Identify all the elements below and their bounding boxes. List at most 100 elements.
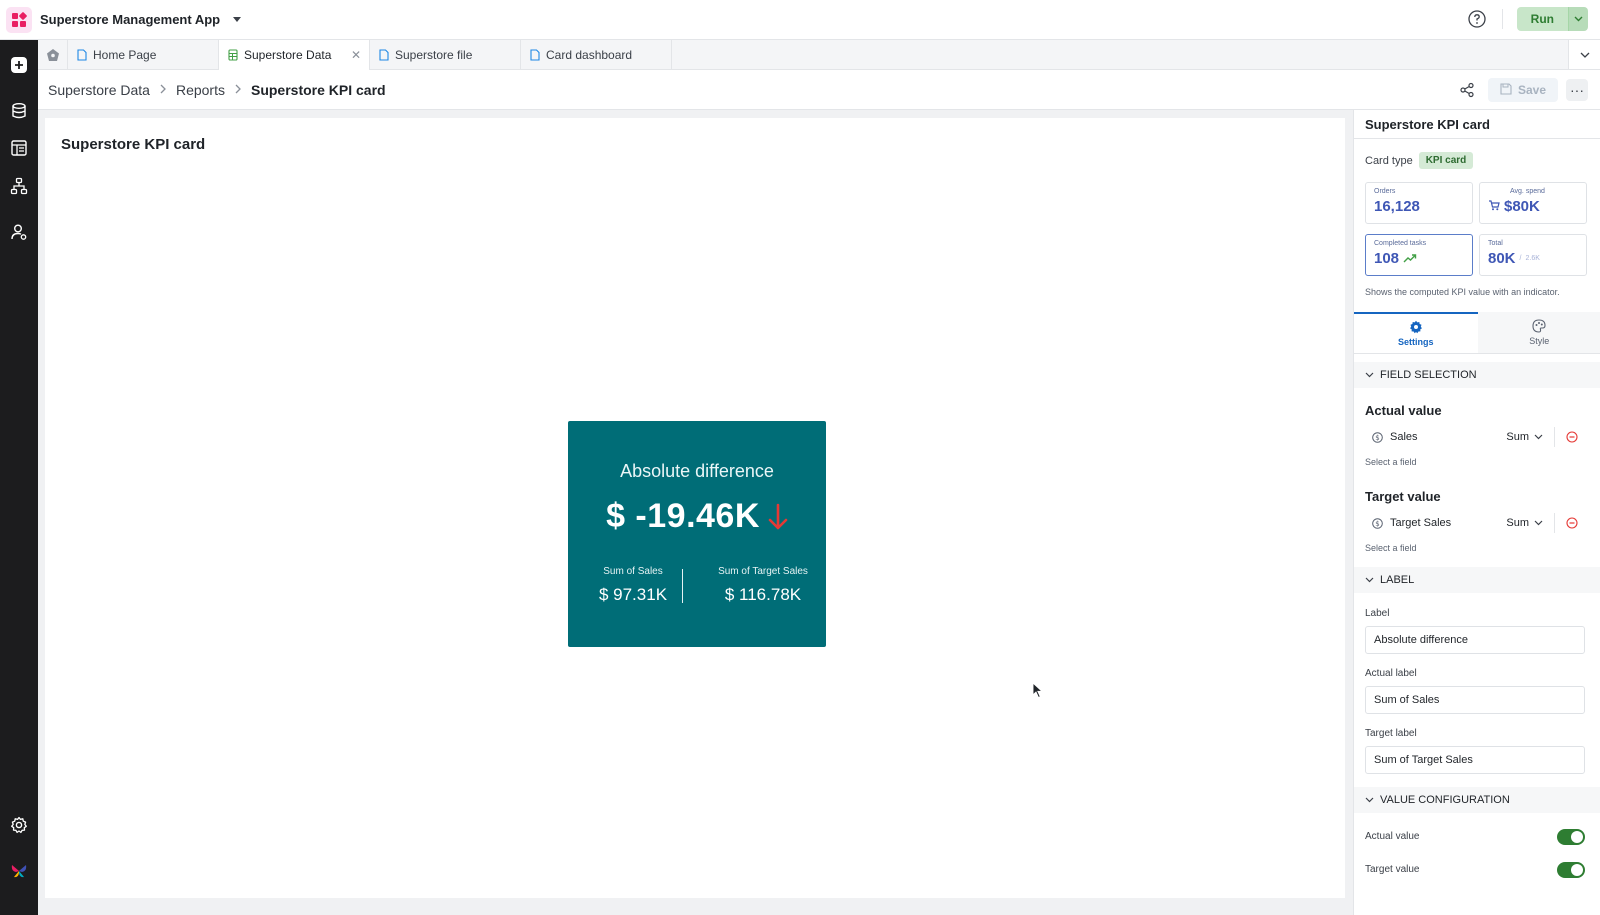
section-value-configuration[interactable]: VALUE CONFIGURATION [1354, 787, 1600, 813]
kpi-target: Sum of Target Sales $ 116.78K [703, 566, 823, 605]
target-value-title: Target value [1365, 489, 1441, 504]
divider [1554, 427, 1555, 447]
preview-secondary-value: 2.6K [1525, 255, 1540, 262]
app-header: Superstore Management App Run [0, 0, 1600, 40]
tab-label: Card dashboard [546, 47, 633, 62]
preview-label: Orders [1374, 188, 1396, 195]
actual-field-selector[interactable]: $ Sales Sum [1365, 423, 1585, 451]
add-icon[interactable] [7, 53, 31, 77]
sheet-icon [228, 49, 238, 61]
butterfly-logo-icon[interactable] [7, 859, 31, 883]
tab-superstore-data[interactable]: Superstore Data ✕ [219, 40, 370, 70]
aggregation-label: Sum [1506, 517, 1529, 529]
currency-icon: $ [1370, 431, 1384, 443]
tab-style-label: Style [1529, 336, 1550, 346]
card-type-preview[interactable]: Orders 16,128 Avg. spend $80K Completed … [1365, 182, 1591, 278]
tab-overflow-chevron-icon[interactable] [1568, 40, 1600, 69]
palette-icon [1532, 319, 1546, 333]
remove-icon[interactable] [1566, 517, 1578, 529]
card-type-description: Shows the computed KPI value with an ind… [1365, 287, 1560, 297]
actual-label-input[interactable] [1365, 686, 1585, 714]
app-title[interactable]: Superstore Management App [40, 12, 220, 27]
section-field-selection[interactable]: FIELD SELECTION [1354, 362, 1600, 388]
tab-label: Superstore file [395, 47, 473, 62]
breadcrumb-item-reports[interactable]: Reports [176, 82, 225, 98]
kpi-actual: Sum of Sales $ 97.31K [573, 566, 693, 605]
chevron-right-icon [235, 83, 241, 97]
card-type-badge[interactable]: KPI card [1418, 152, 1474, 169]
database-icon[interactable] [7, 99, 31, 123]
chevron-down-icon [1365, 574, 1374, 586]
preview-card-completed-tasks: Completed tasks 108 [1365, 234, 1473, 276]
preview-label: Total [1488, 240, 1503, 247]
tab-settings[interactable]: Settings [1354, 312, 1478, 353]
section-label[interactable]: LABEL [1354, 567, 1600, 593]
mouse-cursor-icon [1032, 681, 1044, 704]
run-button[interactable]: Run [1516, 7, 1568, 31]
tab-settings-label: Settings [1397, 337, 1434, 347]
preview-label: Completed tasks [1374, 240, 1427, 247]
panel-title: Superstore KPI card [1354, 110, 1600, 139]
tab-superstore-file[interactable]: Superstore file [370, 40, 521, 69]
kpi-card[interactable]: Absolute difference $ -19.46K Sum of Sal… [568, 421, 826, 647]
target-label-input[interactable] [1365, 746, 1585, 774]
document-icon [379, 48, 389, 61]
more-options-button[interactable]: ··· [1566, 79, 1588, 101]
breadcrumb-item-superstore-data[interactable]: Superstore Data [48, 82, 150, 98]
target-value-toggle[interactable] [1557, 862, 1585, 878]
close-icon[interactable]: ✕ [351, 48, 361, 62]
chevron-down-icon[interactable] [232, 15, 242, 25]
table-icon[interactable] [7, 136, 31, 160]
left-sidebar [0, 40, 38, 915]
actual-select-hint[interactable]: Select a field [1365, 457, 1417, 467]
tab-home-page[interactable]: Home Page [68, 40, 219, 69]
run-dropdown-chevron-icon[interactable] [1568, 7, 1588, 31]
tab-card-dashboard[interactable]: Card dashboard [521, 40, 672, 69]
preview-value: 16,128 [1374, 198, 1420, 215]
preview-card-total: Total 80K / 2.6K [1479, 234, 1587, 276]
remove-icon[interactable] [1566, 431, 1578, 443]
app-logo-icon[interactable] [6, 6, 32, 33]
tab-bar: Home Page Superstore Data ✕ Superstore f… [38, 40, 1600, 70]
actual-value-toggle-label: Actual value [1365, 831, 1420, 842]
target-value-toggle-label: Target value [1365, 864, 1420, 875]
help-icon[interactable] [1466, 8, 1488, 30]
card-canvas: Superstore KPI card Absolute difference … [45, 118, 1345, 898]
preview-value: 108 [1374, 250, 1400, 267]
currency-icon: $ [1370, 517, 1384, 529]
breadcrumb: Superstore Data Reports Superstore KPI c… [38, 70, 1600, 110]
card-type-label: Card type [1365, 154, 1413, 167]
chevron-down-icon [1534, 431, 1543, 443]
chevron-down-icon [1365, 794, 1374, 806]
arrow-down-icon [768, 503, 788, 531]
actual-label-title: Actual label [1365, 668, 1417, 679]
run-button-group: Run [1516, 7, 1588, 31]
cart-icon [1488, 198, 1500, 215]
divider [1501, 9, 1503, 29]
target-aggregation-select[interactable]: Sum [1506, 517, 1543, 529]
target-select-hint[interactable]: Select a field [1365, 543, 1417, 553]
preview-value: 80K [1488, 250, 1516, 267]
kpi-actual-label: Sum of Sales [603, 566, 663, 577]
actual-value-title: Actual value [1365, 403, 1442, 418]
tab-style[interactable]: Style [1477, 312, 1600, 353]
kpi-actual-value: $ 97.31K [598, 585, 668, 604]
settings-gear-icon [1409, 320, 1423, 334]
gear-icon[interactable] [7, 813, 31, 837]
actual-value-toggle[interactable] [1557, 829, 1585, 845]
document-icon [530, 48, 540, 61]
save-icon [1500, 82, 1512, 98]
save-button[interactable]: Save [1487, 78, 1558, 102]
section-title: LABEL [1380, 574, 1415, 586]
target-field-selector[interactable]: $ Target Sales Sum [1365, 509, 1585, 537]
section-title: VALUE CONFIGURATION [1380, 794, 1510, 806]
actual-aggregation-select[interactable]: Sum [1506, 431, 1543, 443]
home-tab-icon[interactable] [38, 40, 68, 69]
workflow-icon[interactable] [7, 174, 31, 198]
kpi-divider [682, 569, 683, 603]
breadcrumb-item-current: Superstore KPI card [250, 81, 386, 98]
label-input[interactable] [1365, 626, 1585, 654]
user-settings-icon[interactable] [7, 220, 31, 244]
share-icon[interactable] [1454, 78, 1480, 102]
actual-field-name: Sales [1390, 431, 1418, 443]
